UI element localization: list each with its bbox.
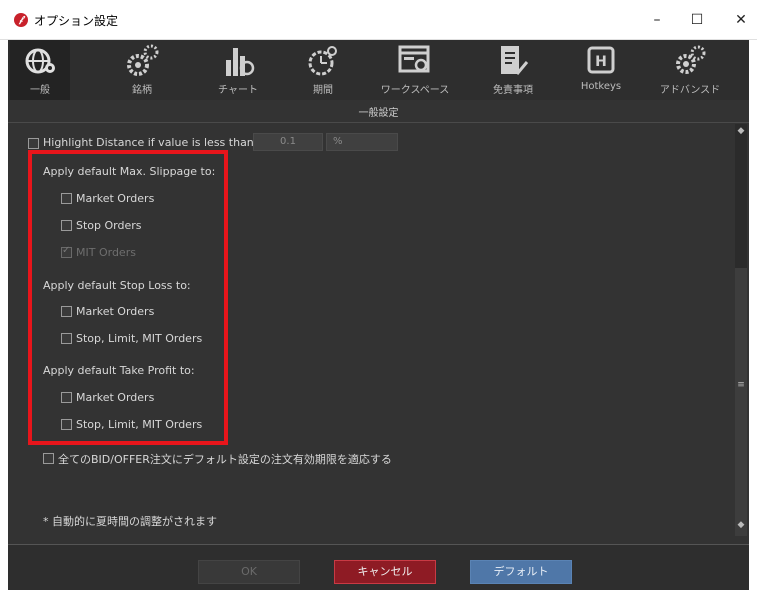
dialog-footer: OK キャンセル デフォルト [8,545,749,590]
tab-label: 一般 [30,85,50,96]
tab-label: Hotkeys [580,81,622,92]
section-divider [8,122,749,123]
tab-label: 免責事項 [493,85,533,96]
tab-label: チャート [218,85,258,96]
highlight-distance-input[interactable]: 0.1 [253,133,323,151]
dst-note: * 自動的に夏時間の調整がされます [43,515,217,528]
workspace-gear-icon [398,45,430,73]
clock-gear-icon [308,46,337,76]
title-bar: 𝒻 オプション設定 – ☐ ✕ [0,0,757,40]
scroll-down-arrow[interactable]: ◆ [735,520,747,530]
tab-label: ワークスペース [380,85,450,96]
highlight-distance-label: Highlight Distance if value is less than [43,136,254,149]
cancel-button[interactable]: キャンセル [334,560,436,584]
tab-disclaimer[interactable]: 免責事項 [480,40,546,100]
advanced-gears-icon [676,45,706,74]
section-title: 一般設定 [358,108,399,119]
svg-text:H: H [595,54,607,70]
red-highlight-annotation [28,150,228,445]
window-title: オプション設定 [34,14,119,28]
maximize-button[interactable]: ☐ [683,8,711,32]
tab-advanced[interactable]: アドバンスド [648,40,732,100]
minimize-button[interactable]: – [643,8,671,32]
bid-offer-label: 全てのBID/OFFER注文にデフォルト設定の注文有効期限を適応する [58,453,392,466]
tab-label: 期間 [313,85,333,96]
tab-label: 銘柄 [132,85,152,96]
tab-period[interactable]: 期間 [293,40,353,100]
options-toolbar: 一般 銘柄 チャート 期間 ワークスペース 免責事項 H Hotkeys アドバ… [8,40,749,100]
hotkeys-icon: H [587,46,615,74]
scroll-grip-icon: ≡ [737,380,745,390]
vertical-scrollbar[interactable]: ◆ ≡ ◆ [735,124,747,536]
tab-workspace[interactable]: ワークスペース [370,40,460,100]
tab-label: アドバンスド [659,85,721,96]
gears-icon [127,44,159,76]
highlight-distance-unit: % [326,133,398,151]
app-logo-icon: 𝒻 [14,13,28,27]
bid-offer-checkbox[interactable] [43,453,54,464]
highlight-distance-checkbox[interactable] [28,138,39,149]
scroll-thumb[interactable]: ≡ [735,268,747,536]
tab-hotkeys[interactable]: H Hotkeys [566,40,636,100]
tab-general[interactable]: 一般 [10,40,70,100]
close-button[interactable]: ✕ [727,8,755,32]
chart-gear-icon [226,48,255,76]
default-button[interactable]: デフォルト [470,560,572,584]
globe-gear-icon [25,48,55,74]
settings-panel: 一般設定 Highlight Distance if value is less… [8,100,749,545]
ok-button[interactable]: OK [198,560,300,584]
tab-symbols[interactable]: 銘柄 [105,40,179,100]
tab-chart[interactable]: チャート [200,40,276,100]
scroll-up-arrow[interactable]: ◆ [735,126,747,136]
document-pen-icon [501,46,529,75]
